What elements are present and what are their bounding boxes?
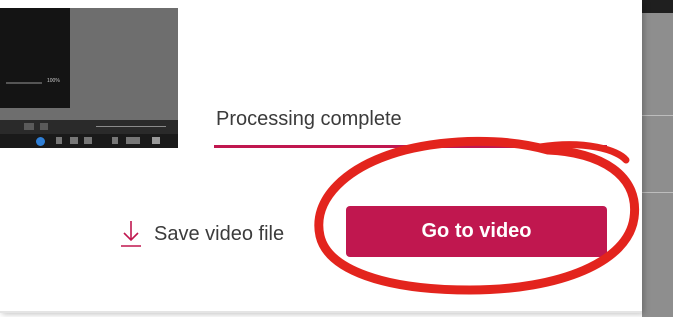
thumbnail-taskbar-item	[152, 137, 160, 144]
page: 100% Processing complete Save video file…	[0, 0, 673, 317]
download-icon	[121, 221, 141, 247]
thumbnail-toolbar-item	[40, 123, 48, 130]
processing-status: Processing complete	[216, 108, 402, 130]
background-divider	[642, 192, 673, 193]
background-divider	[642, 115, 673, 116]
dialog-bottom-edge	[0, 311, 642, 313]
background-window	[642, 0, 673, 317]
thumbnail-zoom-label: 100%	[47, 78, 60, 84]
thumbnail-taskbar-item	[84, 137, 92, 144]
thumbnail-toolbar-slider	[96, 126, 166, 127]
thumbnail-taskbar-item	[56, 137, 62, 144]
thumbnail-zoom-slider	[6, 82, 42, 84]
thumbnail-taskbar	[0, 134, 178, 148]
thumbnail-taskbar-item	[112, 137, 118, 144]
thumbnail-toolbar	[0, 120, 178, 134]
background-titlebar	[642, 0, 673, 13]
video-thumbnail: 100%	[0, 8, 178, 148]
go-to-video-button[interactable]: Go to video	[346, 206, 607, 257]
thumbnail-taskbar-item	[126, 137, 140, 144]
save-video-file-label: Save video file	[154, 222, 285, 245]
status-progress-bar	[214, 145, 607, 148]
thumbnail-preview-pane	[0, 8, 70, 108]
thumbnail-toolbar-item	[24, 123, 34, 130]
save-video-file-link[interactable]: Save video file	[118, 218, 284, 250]
export-complete-dialog: 100% Processing complete Save video file…	[0, 0, 642, 313]
help-icon	[36, 137, 45, 146]
thumbnail-taskbar-item	[70, 137, 78, 144]
